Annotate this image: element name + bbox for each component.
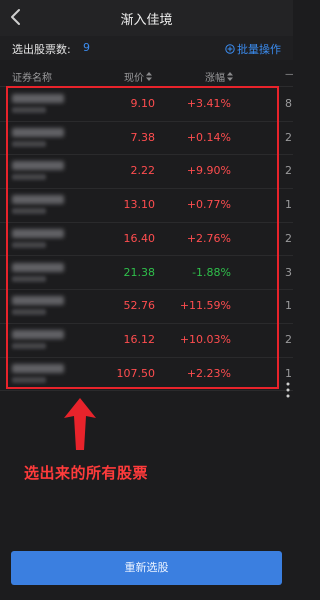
stock-name-blurred xyxy=(12,94,64,103)
selection-summary: 选出股票数: 9 批量操作 xyxy=(0,36,293,60)
annotation-text: 选出来的所有股票 xyxy=(24,464,149,482)
stock-code-blurred xyxy=(12,275,46,282)
stock-name-blurred xyxy=(12,296,64,306)
stock-price: 16.40 xyxy=(123,231,156,245)
stock-code-blurred xyxy=(12,174,46,181)
stock-price: 7.38 xyxy=(130,130,156,144)
stock-price: 9.10 xyxy=(130,97,156,110)
reselect-button[interactable]: 重新选股 xyxy=(11,551,282,585)
column-header-extra: — xyxy=(285,69,293,80)
stock-change-percent: +3.41% xyxy=(186,97,231,110)
column-header-change[interactable]: 涨幅 xyxy=(205,69,233,84)
stock-code-blurred xyxy=(12,342,46,349)
stock-change-percent: +2.76% xyxy=(186,231,231,245)
stock-code-blurred xyxy=(12,107,46,113)
stock-change-percent: -1.88% xyxy=(192,265,231,279)
stock-name-blurred xyxy=(12,329,64,339)
selected-count-value: 9 xyxy=(83,41,90,54)
column-header-name-label: 证券名称 xyxy=(12,73,52,84)
stock-change-percent: +0.77% xyxy=(186,198,231,212)
stock-extra-value: 2 xyxy=(285,332,292,346)
stock-extra-value: 2 xyxy=(285,231,292,245)
stock-extra-value: 1 xyxy=(285,299,292,313)
stock-price: 107.50 xyxy=(116,366,156,380)
selected-count-label: 选出股票数: xyxy=(12,43,71,56)
stock-code-blurred xyxy=(12,376,46,383)
stock-price: 13.10 xyxy=(123,198,156,212)
stock-extra-value: 1 xyxy=(285,198,292,212)
stock-change-percent: +11.59% xyxy=(179,299,231,313)
stock-change-percent: +2.23% xyxy=(186,366,231,380)
stock-code-blurred xyxy=(12,140,46,147)
top-bar: 渐入佳境 xyxy=(0,0,293,36)
stock-name-blurred xyxy=(12,363,64,373)
batch-operation-label: 批量操作 xyxy=(237,43,281,56)
stock-price: 2.22 xyxy=(130,164,156,178)
column-header-price[interactable]: 现价 xyxy=(124,69,152,84)
table-header: 证券名称 现价 涨幅 — xyxy=(0,64,293,87)
stock-code-blurred xyxy=(12,309,46,316)
stock-extra-value: 2 xyxy=(285,130,292,144)
stock-name-blurred xyxy=(12,195,64,205)
column-header-price-label: 现价 xyxy=(124,73,144,84)
stock-change-percent: +9.90% xyxy=(186,164,231,178)
stock-name-blurred xyxy=(12,161,64,171)
plus-circle-icon xyxy=(225,44,235,54)
table-row[interactable]: 21.38 -1.88% 3.4 xyxy=(0,256,293,291)
stock-change-percent: +0.14% xyxy=(186,130,231,144)
batch-operation-button[interactable]: 批量操作 xyxy=(225,41,281,57)
stock-extra-value: 3.4 xyxy=(285,265,293,279)
stock-extra-value: 8 xyxy=(285,97,292,110)
stock-code-blurred xyxy=(12,241,46,248)
table-row[interactable]: 13.10 +0.77% 1 xyxy=(0,188,293,223)
stock-screener-results-page: 渐入佳境 选出股票数: 9 批量操作 证券名称 现价 涨幅 9.10 +3.41… xyxy=(0,0,293,600)
table-row[interactable]: 16.12 +10.03% 2 xyxy=(0,323,293,358)
sort-icon xyxy=(146,72,152,81)
stock-price: 21.38 xyxy=(123,265,156,279)
column-header-name: 证券名称 xyxy=(12,69,52,84)
table-row[interactable]: 16.40 +2.76% 2 xyxy=(0,222,293,257)
table-row[interactable]: 52.76 +11.59% 1 xyxy=(0,289,293,324)
stock-code-blurred xyxy=(12,208,46,215)
column-header-change-label: 涨幅 xyxy=(205,73,225,84)
stock-name-blurred xyxy=(12,127,64,137)
stock-price: 16.12 xyxy=(123,332,156,346)
stock-name-blurred xyxy=(12,262,64,272)
stock-price: 52.76 xyxy=(123,299,156,313)
arrow-up-icon xyxy=(64,398,96,450)
sort-icon xyxy=(227,72,233,81)
table-row[interactable]: 7.38 +0.14% 2 xyxy=(0,121,293,156)
table-row[interactable]: 9.10 +3.41% 8 xyxy=(0,87,293,122)
table-row[interactable]: 2.22 +9.90% 2 xyxy=(0,154,293,190)
more-options-icon[interactable] xyxy=(285,381,291,399)
table-row[interactable]: 107.50 +2.23% 1 xyxy=(0,357,293,392)
stock-name-blurred xyxy=(12,228,64,238)
page-title: 渐入佳境 xyxy=(120,13,173,28)
stock-change-percent: +10.03% xyxy=(179,332,231,346)
stock-extra-value: 2 xyxy=(285,164,292,178)
stock-extra-value: 1 xyxy=(285,366,292,380)
